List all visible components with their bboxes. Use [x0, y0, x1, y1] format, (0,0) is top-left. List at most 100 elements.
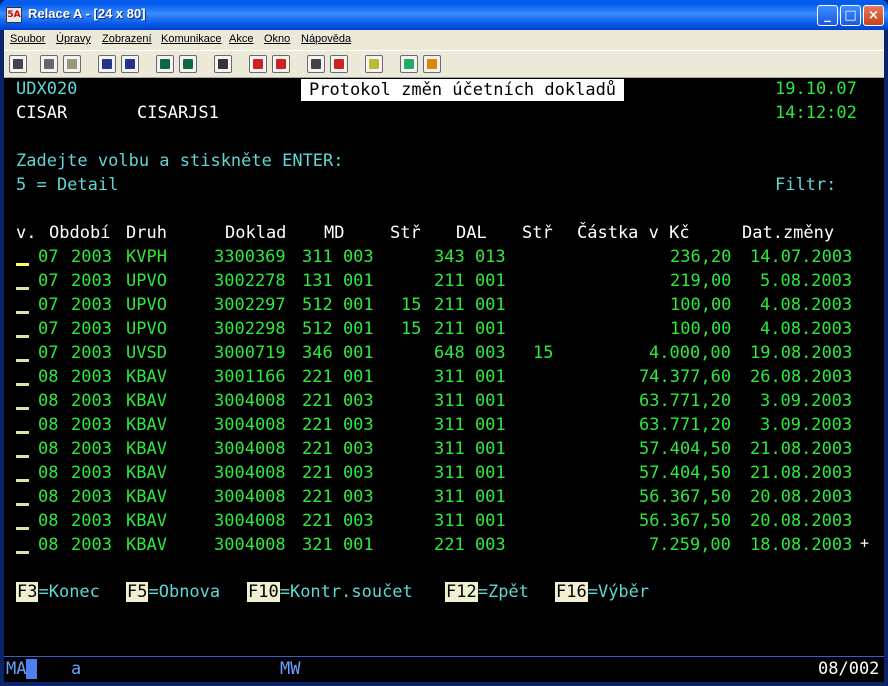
cell-dal: 311 001 [434, 487, 506, 507]
cell-castka: 236,20 [670, 247, 732, 267]
cell-druh: KBAV [126, 511, 167, 531]
cell-md: 221 003 [302, 487, 374, 507]
f12-back-key[interactable]: F12=Zpět [445, 581, 529, 603]
window-title: Relace A - [24 x 80] [28, 6, 146, 21]
f16-select-key[interactable]: F16=Výběr [555, 581, 649, 603]
cell-s1: 15 [401, 295, 422, 315]
cell-md: 311 003 [302, 247, 374, 267]
menu-komunikace[interactable]: Komunikace [161, 33, 222, 45]
screen-time: 14:12:02 [775, 103, 857, 123]
input-inhibited-indicator [26, 659, 37, 679]
menu-soubor[interactable]: Soubor [10, 33, 45, 45]
display-icon[interactable] [156, 55, 174, 73]
menu-zobrazeni[interactable]: Zobrazení [102, 33, 152, 45]
cell-druh: UVSD [126, 343, 167, 363]
row-option-input[interactable] [16, 455, 29, 458]
cell-druh: UPVO [126, 271, 167, 291]
menu-napoveda[interactable]: Nápověda [301, 33, 351, 45]
cell-y: 2003 [71, 343, 112, 363]
row-option-input[interactable] [16, 503, 29, 506]
app-window: 5A Relace A - [24 x 80] _ □ × Soubor Úpr… [0, 0, 888, 686]
cell-dal: 211 001 [434, 319, 506, 339]
keyboard-map-icon[interactable] [307, 55, 325, 73]
cell-dal: 311 001 [434, 439, 506, 459]
fkey-label: =Konec [38, 582, 100, 602]
fkey-code: F12 [445, 582, 478, 602]
row-option-input[interactable] [16, 431, 29, 434]
menu-akce[interactable]: Akce [229, 33, 253, 45]
cell-dal: 311 001 [434, 415, 506, 435]
cell-dal: 311 001 [434, 463, 506, 483]
session-id: a [71, 659, 82, 679]
monitor-icon[interactable] [179, 55, 197, 73]
cell-castka: 4.000,00 [649, 343, 731, 363]
row-option-input[interactable] [16, 359, 29, 362]
record-icon[interactable] [214, 55, 232, 73]
cell-m: 07 [38, 319, 59, 339]
terminal-screen[interactable]: UDX020 Protokol změn účetních dokladů 19… [4, 78, 884, 656]
cell-y: 2003 [71, 367, 112, 387]
macro-play-icon[interactable] [249, 55, 267, 73]
notes-icon[interactable] [365, 55, 383, 73]
title-bar[interactable]: 5A Relace A - [24 x 80] _ □ × [0, 0, 888, 30]
job-name: CISARJS1 [137, 103, 219, 123]
print-icon[interactable] [9, 55, 27, 73]
cell-doklad: 3000719 [214, 343, 286, 363]
cell-y: 2003 [71, 295, 112, 315]
cell-dal: 311 001 [434, 511, 506, 531]
send-icon[interactable] [98, 55, 116, 73]
screen-date: 19.10.07 [775, 79, 857, 99]
cell-dal: 311 001 [434, 391, 506, 411]
f3-exit-key[interactable]: F3=Konec [16, 581, 100, 603]
col-header-obdobi: Období [49, 223, 111, 243]
copy-icon[interactable] [40, 55, 58, 73]
cell-y: 2003 [71, 487, 112, 507]
cell-datum: 4.08.2003 [760, 295, 853, 315]
program-id: UDX020 [16, 79, 78, 99]
cell-doklad: 3004008 [214, 535, 286, 555]
row-option-input[interactable] [16, 383, 29, 386]
cell-druh: KBAV [126, 487, 167, 507]
message-waiting-indicator: MW [280, 659, 301, 679]
status-bar: MA a MW 08/002 [4, 656, 884, 682]
cell-dal: 648 003 [434, 343, 506, 363]
cell-datum: 5.08.2003 [760, 271, 853, 291]
clipboard-icon[interactable] [330, 55, 348, 73]
minimize-button[interactable]: _ [817, 5, 838, 26]
row-option-input[interactable] [16, 527, 29, 530]
cell-datum: 18.08.2003 [750, 535, 853, 555]
row-option-input[interactable] [16, 407, 29, 410]
receive-icon[interactable] [121, 55, 139, 73]
cell-castka: 100,00 [670, 295, 732, 315]
row-option-input[interactable] [16, 263, 29, 266]
paste-icon[interactable] [63, 55, 81, 73]
col-header-str-md: Stř [390, 223, 421, 243]
maximize-button[interactable]: □ [840, 5, 861, 26]
row-option-input[interactable] [16, 287, 29, 290]
f10-checksum-key[interactable]: F10=Kontr.součet [247, 581, 413, 603]
row-option-input[interactable] [16, 479, 29, 482]
cell-m: 07 [38, 295, 59, 315]
option-text: 5 = Detail [16, 175, 119, 195]
cell-y: 2003 [71, 271, 112, 291]
f5-refresh-key[interactable]: F5=Obnova [126, 581, 220, 603]
row-option-input[interactable] [16, 335, 29, 338]
globe-icon[interactable] [400, 55, 418, 73]
macro-stop-icon[interactable] [272, 55, 290, 73]
terminal-app-icon[interactable]: 5A [6, 7, 22, 23]
cell-m: 08 [38, 535, 59, 555]
fkey-code: F10 [247, 582, 280, 602]
row-option-input[interactable] [16, 311, 29, 314]
cell-m: 08 [38, 415, 59, 435]
pencil-icon[interactable] [423, 55, 441, 73]
more-indicator: + [860, 534, 870, 552]
close-button[interactable]: × [863, 5, 884, 26]
cell-m: 08 [38, 439, 59, 459]
row-option-input[interactable] [16, 551, 29, 554]
menu-upravy[interactable]: Úpravy [56, 33, 91, 45]
session-indicator: MA [6, 659, 27, 679]
cell-m: 07 [38, 271, 59, 291]
cell-y: 2003 [71, 511, 112, 531]
menu-okno[interactable]: Okno [264, 33, 290, 45]
cell-y: 2003 [71, 415, 112, 435]
